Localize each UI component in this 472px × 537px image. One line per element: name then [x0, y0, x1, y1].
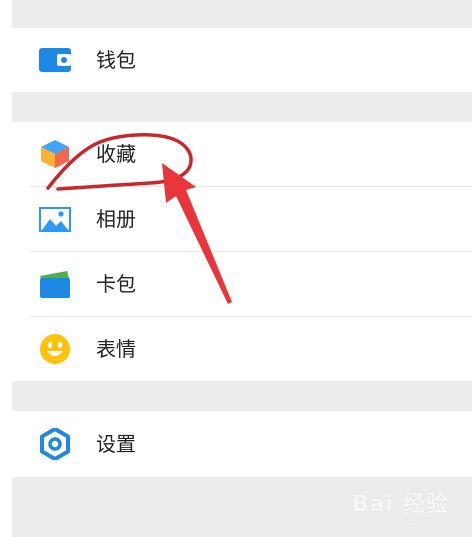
watermark-url: jingyan.baidu.com — [358, 514, 442, 524]
menu-item-album[interactable]: 相册 — [12, 187, 472, 251]
favorites-cube-icon — [41, 140, 69, 168]
menu-item-favorites[interactable]: 收藏 — [12, 122, 472, 186]
menu-item-label: 设置 — [96, 432, 136, 456]
card-pack-icon — [40, 271, 70, 298]
menu-item-wallet[interactable]: 钱包 — [12, 28, 472, 92]
album-icon — [39, 207, 71, 232]
top-gap — [12, 0, 472, 28]
menu-item-label: 钱包 — [96, 48, 136, 72]
menu-item-label: 卡包 — [96, 272, 136, 296]
section-gap — [12, 92, 472, 122]
menu-item-label: 相册 — [96, 207, 136, 231]
section-gap — [12, 381, 472, 411]
wechat-me-menu: 钱包 收藏 相册 卡包 表情 设置 Bai 经验 jingyan.baidu.c… — [0, 0, 472, 537]
wallet-icon — [39, 48, 71, 72]
menu-item-label: 收藏 — [96, 142, 136, 166]
baidu-jingyan-watermark: Bai 经验 jingyan.baidu.com — [352, 484, 472, 532]
settings-gear-icon — [40, 428, 70, 460]
menu-item-settings[interactable]: 设置 — [12, 411, 472, 477]
emoji-icon — [40, 334, 70, 364]
menu-item-label: 表情 — [96, 337, 136, 361]
menu-item-card-pack[interactable]: 卡包 — [12, 252, 472, 316]
menu-item-emoji[interactable]: 表情 — [12, 317, 472, 381]
